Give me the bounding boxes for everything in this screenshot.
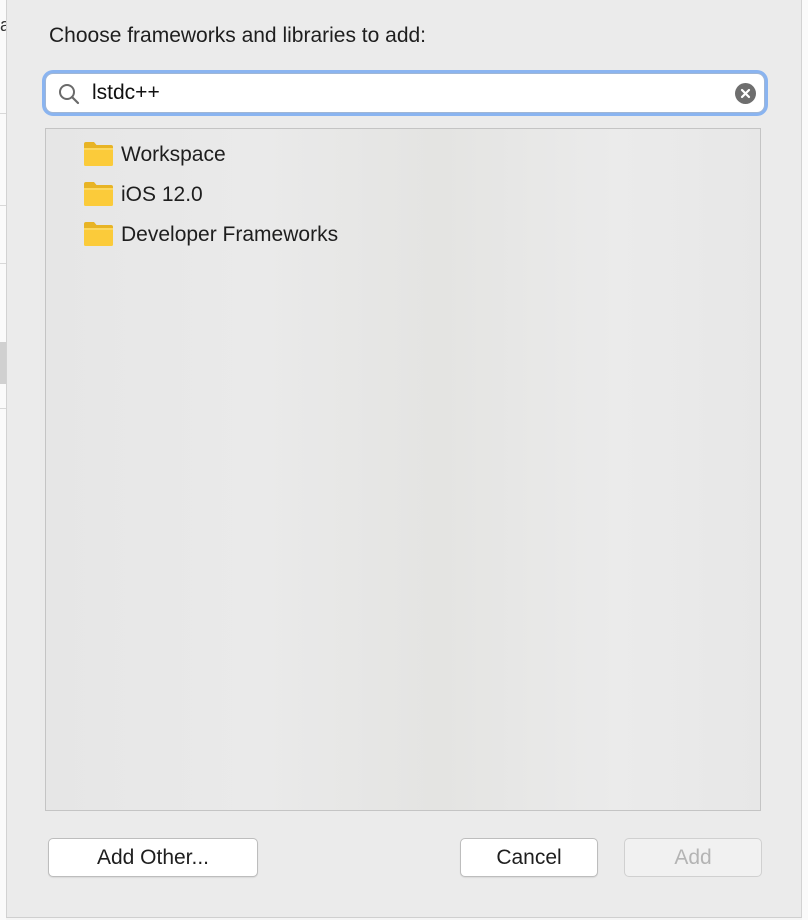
folder-icon [84,222,113,246]
background-window-edge-right [802,0,808,920]
cancel-button[interactable]: Cancel [460,838,598,877]
list-item-label: Workspace [121,143,226,166]
add-other-button[interactable]: Add Other... [48,838,258,877]
add-button[interactable]: Add [624,838,762,877]
search-input[interactable] [92,78,712,108]
search-field[interactable] [45,73,765,113]
list-item-label: Developer Frameworks [121,223,339,246]
add-frameworks-dialog: Choose frameworks and libraries to add: … [6,0,802,918]
folder-icon [84,182,113,206]
folder-icon [84,142,113,166]
clear-search-icon[interactable] [735,83,756,104]
frameworks-list[interactable]: Workspace iOS 12.0 Developer Frameworks [45,128,761,811]
list-item-label: iOS 12.0 [121,183,203,206]
search-icon [59,84,80,105]
dialog-title: Choose frameworks and libraries to add: [49,24,427,47]
